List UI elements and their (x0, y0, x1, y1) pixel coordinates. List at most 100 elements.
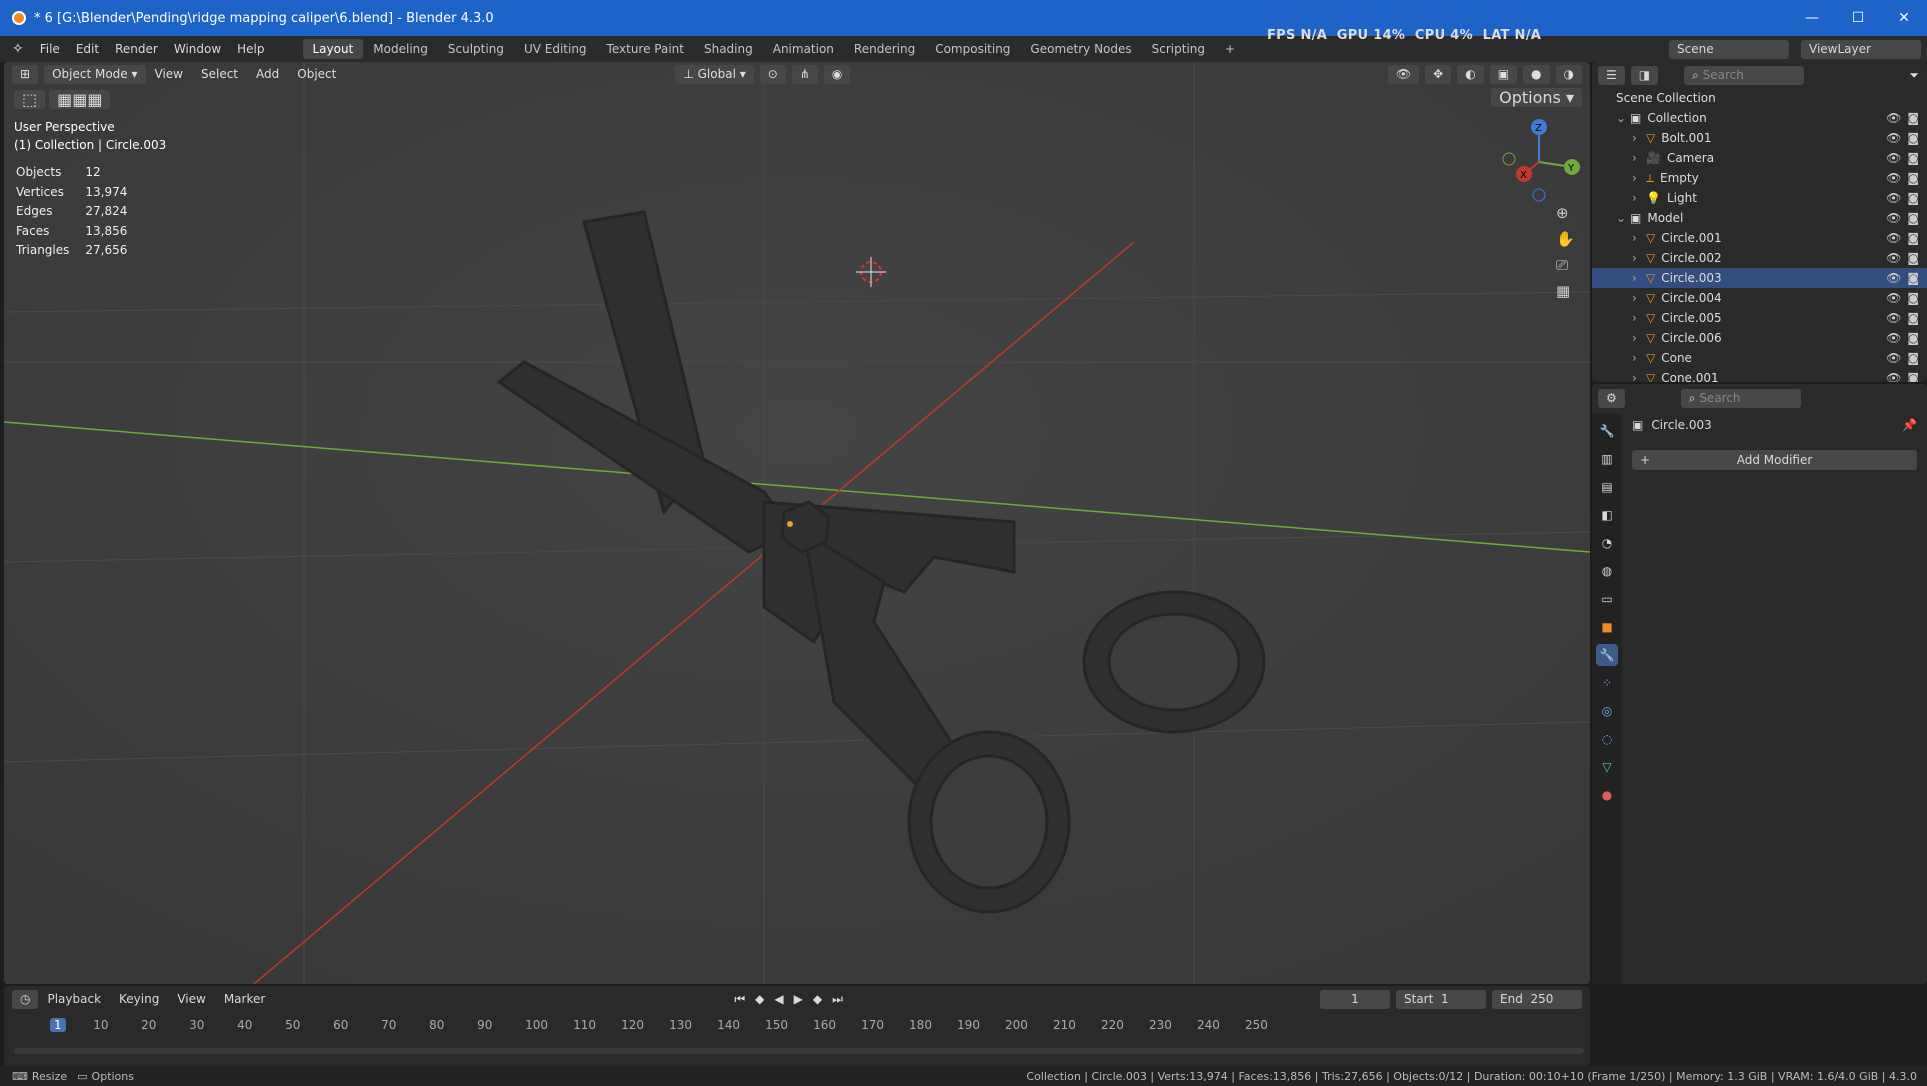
expand-chevron-icon[interactable]: › (1632, 351, 1646, 365)
outliner-item-bolt-001[interactable]: › ▽ Bolt.001 👁 ◙ (1592, 128, 1927, 148)
end-frame-field[interactable]: End 250 (1492, 989, 1582, 1009)
physics-tab-icon[interactable]: ◎ (1596, 700, 1618, 722)
data-tab-icon[interactable]: ▽ (1596, 756, 1618, 778)
tab-rendering[interactable]: Rendering (844, 39, 925, 59)
visibility-eye-icon[interactable]: 👁 (1886, 271, 1901, 285)
prev-key-icon[interactable]: ◆ (755, 992, 764, 1007)
navigation-gizmo[interactable]: Z Y X (1494, 117, 1584, 207)
visibility-eye-icon[interactable]: 👁 (1886, 311, 1901, 325)
outliner-root[interactable]: Scene Collection (1592, 88, 1927, 108)
material-tab-icon[interactable]: ● (1596, 784, 1618, 806)
outliner-item-cone[interactable]: › ▽ Cone 👁 ◙ (1592, 348, 1927, 368)
maximize-button[interactable]: ☐ (1835, 10, 1881, 26)
display-mode-icon[interactable]: ◨ (1630, 65, 1659, 85)
render-camera-icon[interactable]: ◙ (1907, 311, 1919, 325)
menu-edit[interactable]: Edit (68, 42, 107, 56)
render-camera-icon[interactable]: ◙ (1907, 271, 1919, 285)
expand-chevron-icon[interactable]: ⌄ (1616, 111, 1630, 125)
timeline-scrollbar[interactable] (14, 1048, 1584, 1054)
expand-chevron-icon[interactable]: › (1632, 371, 1646, 382)
xray-icon[interactable]: ▣ (1489, 64, 1518, 84)
expand-chevron-icon[interactable]: › (1632, 291, 1646, 305)
render-camera-icon[interactable]: ◙ (1907, 351, 1919, 365)
next-key-icon[interactable]: ◆ (813, 992, 822, 1007)
viewport-menu-add[interactable]: Add (247, 67, 288, 81)
menu-help[interactable]: Help (229, 42, 272, 56)
outliner-item-circle-004[interactable]: › ▽ Circle.004 👁 ◙ (1592, 288, 1927, 308)
expand-chevron-icon[interactable]: › (1632, 171, 1646, 185)
tab-sculpting[interactable]: Sculpting (438, 39, 514, 59)
expand-chevron-icon[interactable]: › (1632, 151, 1646, 165)
viewport-menu-view[interactable]: View (146, 67, 192, 81)
play-reverse-icon[interactable]: ◀ (774, 992, 783, 1007)
output-tab-icon[interactable]: ▤ (1596, 476, 1618, 498)
outliner-item-cone-001[interactable]: › ▽ Cone.001 👁 ◙ (1592, 368, 1927, 382)
viewport-menu-object[interactable]: Object (288, 67, 345, 81)
current-frame-field[interactable]: 1 (1320, 989, 1390, 1009)
zoom-icon[interactable]: ⊕ (1556, 204, 1575, 222)
shading-solid-icon[interactable]: ● (1523, 64, 1550, 84)
outliner-item-light[interactable]: › 💡 Light 👁 ◙ (1592, 188, 1927, 208)
render-camera-icon[interactable]: ◙ (1907, 151, 1919, 165)
view-layer-tab-icon[interactable]: ◧ (1596, 504, 1618, 526)
world-tab-icon[interactable]: ◍ (1596, 560, 1618, 582)
tool-tab-icon[interactable]: 🔧 (1596, 420, 1618, 442)
render-camera-icon[interactable]: ◙ (1907, 251, 1919, 265)
add-workspace-icon[interactable]: + (1215, 39, 1245, 59)
timeline-type-icon[interactable]: ◷ (12, 989, 39, 1009)
tab-texture-paint[interactable]: Texture Paint (597, 39, 694, 59)
outliner-item-circle-003[interactable]: › ▽ Circle.003 👁 ◙ (1592, 268, 1927, 288)
proportional-edit-icon[interactable]: ◉ (823, 64, 851, 84)
scene-tab-icon[interactable]: ◔ (1596, 532, 1618, 554)
collection-tab-icon[interactable]: ▭ (1596, 588, 1618, 610)
timeline-menu-keying[interactable]: Keying (110, 992, 168, 1006)
tab-modeling[interactable]: Modeling (363, 39, 438, 59)
visibility-eye-icon[interactable]: 👁 (1886, 291, 1901, 305)
select-tool-icon[interactable]: ⬚ (14, 90, 46, 109)
visibility-eye-icon[interactable]: 👁 (1886, 371, 1901, 382)
tab-compositing[interactable]: Compositing (925, 39, 1020, 59)
viewport-canvas[interactable] (4, 62, 1590, 984)
viewlayer-selector[interactable]: ViewLayer (1801, 39, 1921, 59)
timeline-menu-view[interactable]: View (168, 992, 214, 1006)
outliner-item-circle-006[interactable]: › ▽ Circle.006 👁 ◙ (1592, 328, 1927, 348)
render-camera-icon[interactable]: ◙ (1907, 371, 1919, 382)
ortho-grid-icon[interactable]: ▦ (1556, 282, 1575, 300)
render-camera-icon[interactable]: ◙ (1907, 331, 1919, 345)
visibility-eye-icon[interactable]: 👁 (1886, 111, 1901, 125)
pan-hand-icon[interactable]: ✋ (1556, 230, 1575, 248)
blender-menu-icon[interactable]: ✧ (12, 41, 24, 57)
outliner-item-circle-001[interactable]: › ▽ Circle.001 👁 ◙ (1592, 228, 1927, 248)
start-frame-field[interactable]: Start 1 (1396, 989, 1486, 1009)
visibility-eye-icon[interactable]: 👁 (1886, 251, 1901, 265)
outliner-item-circle-005[interactable]: › ▽ Circle.005 👁 ◙ (1592, 308, 1927, 328)
expand-chevron-icon[interactable]: › (1632, 331, 1646, 345)
play-icon[interactable]: ▶ (794, 992, 803, 1007)
expand-chevron-icon[interactable]: › (1632, 251, 1646, 265)
render-camera-icon[interactable]: ◙ (1907, 211, 1919, 225)
visibility-eye-icon[interactable]: 👁 (1886, 211, 1901, 225)
visibility-eye-icon[interactable]: 👁 (1886, 151, 1901, 165)
scene-selector[interactable]: Scene (1669, 39, 1789, 59)
outliner-item-model[interactable]: ⌄ ▣ Model 👁 ◙ (1592, 208, 1927, 228)
viewport-menu-select[interactable]: Select (192, 67, 247, 81)
render-tab-icon[interactable]: ▥ (1596, 448, 1618, 470)
timeline-ruler[interactable]: 1 10 20 30 40 50 60 70 80 90 100 110 120 130 140 150 160… (14, 1016, 1584, 1040)
tab-layout[interactable]: Layout (302, 39, 364, 59)
outliner-item-circle-002[interactable]: › ▽ Circle.002 👁 ◙ (1592, 248, 1927, 268)
expand-chevron-icon[interactable]: › (1632, 131, 1646, 145)
outliner-search-input[interactable]: ⌕ Search (1684, 65, 1805, 85)
filter-icon[interactable]: ⏷ (1909, 68, 1919, 83)
menu-file[interactable]: File (32, 42, 68, 56)
render-camera-icon[interactable]: ◙ (1907, 171, 1919, 185)
properties-type-icon[interactable]: ⚙ (1598, 388, 1625, 408)
render-camera-icon[interactable]: ◙ (1907, 291, 1919, 305)
outliner-item-collection[interactable]: ⌄ ▣ Collection 👁 ◙ (1592, 108, 1927, 128)
jump-end-icon[interactable]: ⏭ (832, 992, 843, 1007)
mode-selector[interactable]: Object Mode ▾ (44, 64, 146, 84)
timeline-menu-marker[interactable]: Marker (215, 992, 274, 1006)
tab-geometry-nodes[interactable]: Geometry Nodes (1020, 39, 1141, 59)
render-camera-icon[interactable]: ◙ (1907, 111, 1919, 125)
render-camera-icon[interactable]: ◙ (1907, 131, 1919, 145)
visibility-eye-icon[interactable]: 👁 (1886, 131, 1901, 145)
